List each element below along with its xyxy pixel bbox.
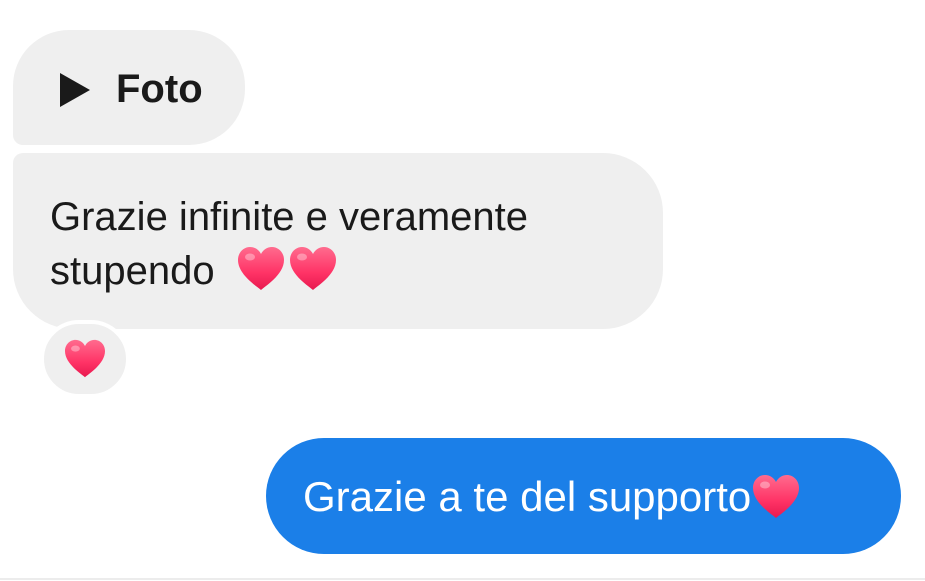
heart-icon xyxy=(63,339,107,379)
sent-message-bubble[interactable]: Grazie a te del supporto xyxy=(266,438,901,554)
sent-message-text: Grazie a te del supporto xyxy=(303,473,752,520)
play-icon xyxy=(60,72,90,107)
heart-icon xyxy=(236,246,286,292)
received-message-bubble[interactable]: Grazie infinite e veramente stupendo xyxy=(13,153,663,329)
chat-thread: Foto Grazie infinite e veramente stupend… xyxy=(0,0,925,581)
heart-icon xyxy=(288,246,338,292)
message-line-1: Grazie infinite e veramente xyxy=(50,195,529,239)
heart-icon xyxy=(751,474,801,520)
message-line-2: stupendo xyxy=(50,249,215,293)
message-reaction[interactable] xyxy=(40,320,130,398)
composer-divider xyxy=(0,578,925,580)
attachment-label: Foto xyxy=(116,67,203,111)
received-photo-attachment[interactable]: Foto xyxy=(13,30,245,145)
